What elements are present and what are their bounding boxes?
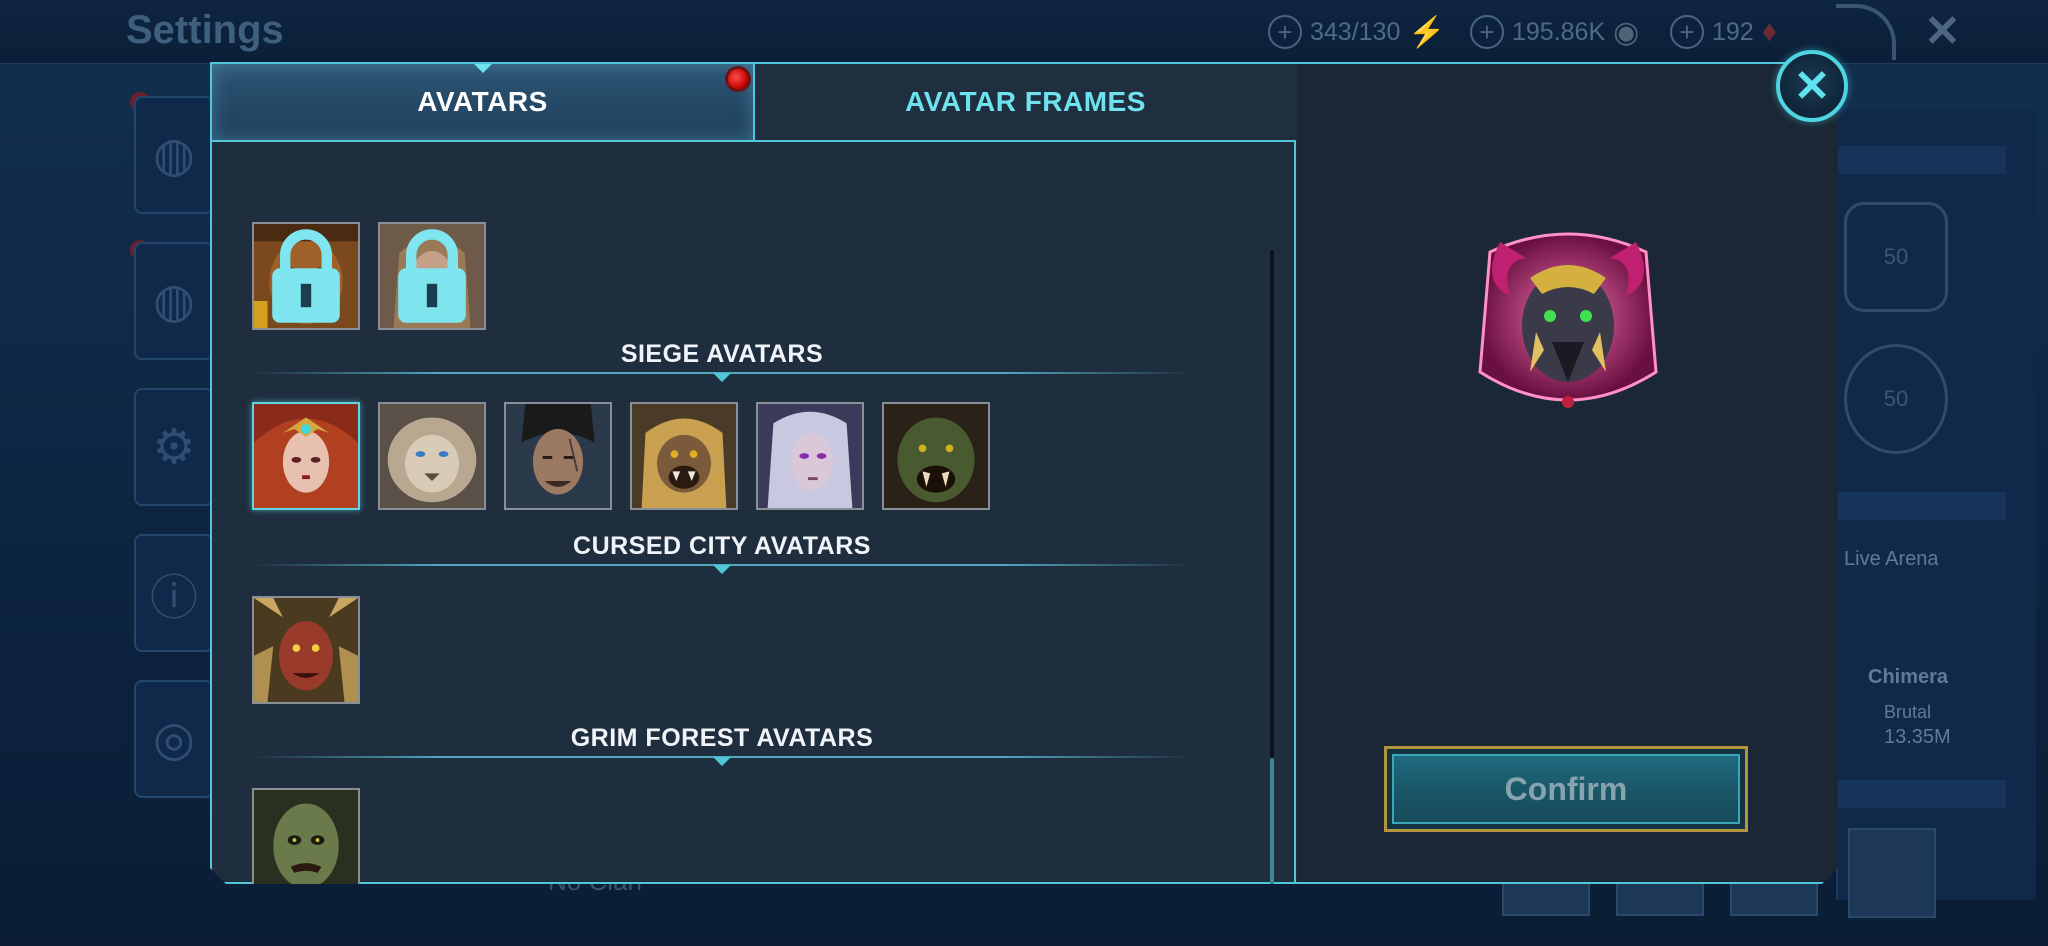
section-header-cursed-city: CURSED CITY AVATARS xyxy=(252,532,1192,572)
champion-thumb xyxy=(1848,828,1936,918)
blonde-woman-avatar[interactable] xyxy=(378,222,486,330)
add-gems-button[interactable]: + xyxy=(1670,15,1704,49)
avatar-list-panel: AVATARS AVATAR FRAMES SIEGE AVATARS CURS… xyxy=(212,64,1296,882)
orc-portrait xyxy=(884,404,988,508)
notification-dot-icon xyxy=(725,66,751,92)
tab-avatar-frames[interactable]: AVATAR FRAMES xyxy=(755,64,1296,140)
damage-value: 13.35M xyxy=(1884,726,1951,748)
top-bar: Settings + 343/130 ⚡ + 195.86K ◉ + 192 ♦… xyxy=(0,0,2048,64)
silver-resource: + 195.86K ◉ xyxy=(1470,12,1639,52)
scrollbar[interactable] xyxy=(1270,250,1274,906)
ghoul-avatar[interactable] xyxy=(252,788,360,884)
white-lion-portrait xyxy=(380,404,484,508)
user-icon: ◍ xyxy=(153,275,195,328)
silver-value: 195.86K xyxy=(1512,17,1606,46)
lock-icon xyxy=(254,224,358,328)
section-pointer-icon xyxy=(713,373,731,382)
demon-avatar[interactable] xyxy=(252,596,360,704)
gem-resource: + 192 ♦ xyxy=(1670,12,1777,52)
brutal-label: Brutal xyxy=(1884,702,1932,722)
tab-avatars[interactable]: AVATARS xyxy=(212,64,755,140)
scrollbar-thumb[interactable] xyxy=(1270,758,1274,906)
section-title: CURSED CITY AVATARS xyxy=(573,532,871,560)
profile-strip xyxy=(1836,146,2006,174)
sidebar-item-profile[interactable]: ◍ xyxy=(134,96,214,214)
section-title: GRIM FOREST AVATARS xyxy=(570,724,874,752)
monkey-king-avatar[interactable] xyxy=(252,222,360,330)
gem-icon: ♦ xyxy=(1761,15,1778,48)
close-icon: ✕ xyxy=(1793,61,1831,111)
section-header-siege: SIEGE AVATARS xyxy=(252,340,1192,380)
profile-icon: ◍ xyxy=(153,129,195,182)
pale-elf-portrait xyxy=(758,404,862,508)
profile-strip xyxy=(1836,780,2006,808)
settings-close-icon[interactable]: ✕ xyxy=(1924,6,1961,57)
arena-badge-icon: 50 xyxy=(1844,344,1948,454)
tab-bar: AVATARS AVATAR FRAMES xyxy=(212,64,1296,142)
section-pointer-icon xyxy=(713,757,731,766)
sidebar-item-info[interactable]: ⓘ xyxy=(134,534,214,652)
chimera-label: Chimera xyxy=(1868,666,1949,688)
scarred-man-avatar[interactable] xyxy=(504,402,612,510)
golden-ape-avatar[interactable] xyxy=(630,402,738,510)
gem-value: 192 xyxy=(1712,17,1754,46)
tab-pointer-icon xyxy=(474,64,492,73)
rank-badge-icon: 50 xyxy=(1844,202,1948,312)
white-lion-avatar[interactable] xyxy=(378,402,486,510)
orc-avatar[interactable] xyxy=(882,402,990,510)
energy-icon: ⚡ xyxy=(1408,15,1446,49)
info-icon: ⓘ xyxy=(149,572,198,625)
add-silver-button[interactable]: + xyxy=(1470,15,1504,49)
pale-elf-avatar[interactable] xyxy=(756,402,864,510)
avatar-scroll-list[interactable]: SIEGE AVATARS CURSED CITY AVATARS GRIM F… xyxy=(212,144,1292,884)
modal-close-button[interactable]: ✕ xyxy=(1776,50,1848,122)
golden-ape-portrait xyxy=(632,404,736,508)
gear-icon: ⚙ xyxy=(152,421,196,474)
energy-value: 343/130 xyxy=(1310,17,1401,46)
horned-beast-frame-icon xyxy=(1470,222,1666,418)
section-title: SIEGE AVATARS xyxy=(620,340,824,368)
sorceress-avatar[interactable] xyxy=(252,402,360,510)
sorceress-portrait xyxy=(254,404,358,508)
tab-label: AVATAR FRAMES xyxy=(905,86,1146,117)
sidebar-item-settings[interactable]: ⚙ xyxy=(134,388,214,506)
sidebar-item-language[interactable]: ◎ xyxy=(134,680,214,798)
tab-label: AVATARS xyxy=(417,86,548,117)
hook-decoration xyxy=(1836,4,1896,60)
section-pointer-icon xyxy=(713,565,731,574)
confirm-button-face: Confirm xyxy=(1392,754,1740,824)
silver-coin-icon: ◉ xyxy=(1613,15,1640,49)
lock-icon xyxy=(380,224,484,328)
ghoul-portrait xyxy=(254,790,358,884)
energy-resource: + 343/130 ⚡ xyxy=(1268,12,1446,52)
demon-portrait xyxy=(254,598,358,702)
add-energy-button[interactable]: + xyxy=(1268,15,1302,49)
profile-strip xyxy=(1836,492,2006,520)
page-title: Settings xyxy=(126,8,284,52)
confirm-label: Confirm xyxy=(1504,770,1628,807)
scarred-man-portrait xyxy=(506,404,610,508)
globe-icon: ◎ xyxy=(153,713,195,766)
section-header-grim-forest: GRIM FOREST AVATARS xyxy=(252,724,1192,764)
live-arena-label: Live Arena xyxy=(1844,548,1939,570)
sidebar-item-account[interactable]: ◍ xyxy=(134,242,214,360)
confirm-button[interactable]: Confirm xyxy=(1384,746,1748,832)
